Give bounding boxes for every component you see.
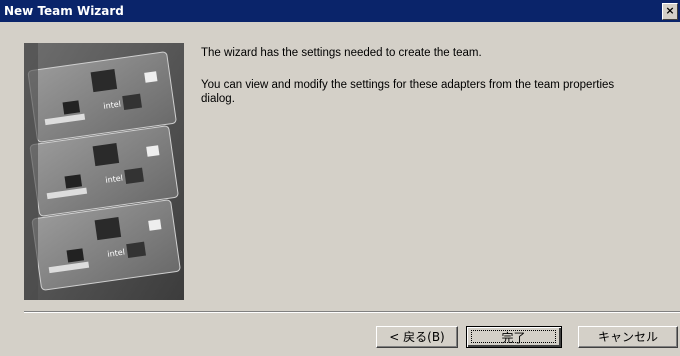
close-button[interactable]: × bbox=[662, 3, 678, 20]
finish-button[interactable]: 完了 bbox=[466, 326, 562, 348]
network-adapter-cards-illustration: intel intel intel bbox=[24, 43, 184, 300]
settings-hint-message: You can view and modify the settings for… bbox=[201, 79, 615, 105]
back-button-label: < 戻る(B) bbox=[389, 330, 445, 344]
finish-button-label: 完了 bbox=[501, 331, 526, 345]
new-team-wizard-dialog: New Team Wizard × intel intel intel The … bbox=[0, 0, 680, 356]
cancel-button-label: キャンセル bbox=[597, 330, 658, 344]
summary-message: The wizard has the settings needed to cr… bbox=[201, 47, 482, 59]
title-bar[interactable]: New Team Wizard × bbox=[0, 0, 680, 22]
button-separator bbox=[24, 311, 680, 313]
finish-focus-rect: 完了 bbox=[471, 330, 556, 345]
close-icon: × bbox=[665, 4, 675, 17]
wizard-side-image: intel intel intel bbox=[24, 43, 184, 300]
window-title: New Team Wizard bbox=[4, 4, 124, 18]
back-button[interactable]: < 戻る(B) bbox=[376, 326, 458, 348]
cancel-button[interactable]: キャンセル bbox=[578, 326, 678, 348]
